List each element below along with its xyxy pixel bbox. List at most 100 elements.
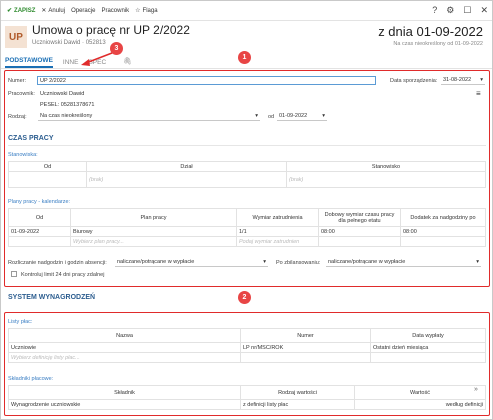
plans-label: Plany pracy - kalendarze:	[8, 199, 71, 205]
toolbar: ✔ ZAPISZ ✕ Anuluj Operacje Pracownik ☆ F…	[1, 1, 492, 21]
table-cell[interactable]	[8, 171, 87, 188]
remote-limit-label: Kontroluj limit 24 dni pracy zdalnej	[21, 272, 105, 278]
column-header: Nazwa	[8, 328, 241, 343]
contract-date: z dnia 01-09-2022	[378, 24, 483, 39]
column-header: Dobowy wymiar czasu pracy dla pełnego et…	[318, 208, 401, 227]
window-controls: ? ⚙ ☐ ✕	[432, 5, 488, 16]
chevron-down-icon: ▾	[255, 113, 258, 119]
pesel-value: PESEL: 05281378671	[40, 102, 95, 108]
column-header: Data wypłaty	[370, 328, 486, 343]
section-divider	[8, 145, 486, 146]
table-cell[interactable]: Biurowy	[70, 226, 237, 237]
close-x-icon: ✕	[41, 8, 47, 14]
employee-value[interactable]: Uczniowski Dawid	[40, 91, 84, 97]
table-cell[interactable]: Wybierz plan pracy...	[70, 236, 237, 247]
balanced-select[interactable]: naliczane/potrącane w wypłacie ▾	[326, 258, 481, 267]
table-cell[interactable]: LP nr/MSC/ROK	[240, 342, 371, 353]
close-icon[interactable]: ✕	[480, 5, 488, 16]
table-cell[interactable]: Ostatni dzień miesiąca	[370, 342, 486, 353]
table-row: (brak) (brak)	[8, 171, 486, 188]
type-label: Rodzaj:	[8, 114, 27, 120]
table-header-row: Od Plan pracy Wymiar zatrudnienia Dobowy…	[8, 208, 486, 227]
table-cell[interactable]: (brak)	[86, 171, 287, 188]
operations-menu[interactable]: Operacje	[71, 8, 95, 14]
table-cell[interactable]	[370, 352, 486, 363]
chevron-down-icon: ▾	[480, 77, 483, 83]
table-cell[interactable]: 08:00	[400, 226, 486, 237]
tab-inne[interactable]: INNE	[63, 59, 79, 66]
cancel-button[interactable]: ✕ Anuluj	[41, 7, 65, 15]
table-cell[interactable]	[240, 352, 371, 363]
chevron-down-icon: ▾	[322, 113, 325, 119]
star-icon: ☆	[135, 8, 141, 14]
employee-label: Pracownik:	[8, 91, 35, 97]
overtime-select[interactable]: naliczane/potrącane w wypłacie ▾	[115, 258, 268, 267]
contract-period: Na czas nieokreślony od 01-09-2022	[393, 41, 483, 47]
table-header-row: Składnik Rodzaj wartości Wartość	[8, 385, 486, 400]
table-header-row: Nazwa Numer Data wypłaty	[8, 328, 486, 343]
table-row[interactable]: Uczniowie LP nr/MSC/ROK Ostatni dzień mi…	[8, 342, 486, 353]
from-date-select[interactable]: 01-09-2022 ▾	[277, 112, 327, 121]
overtime-label: Rozliczanie nadgodzin i godzin absencji:	[8, 260, 107, 266]
number-label: Numer:	[8, 78, 27, 84]
date-input[interactable]: 31-08-2022 ▾	[441, 76, 485, 85]
remote-limit-checkbox[interactable]	[11, 271, 17, 277]
tab-podstawowe[interactable]: PODSTAWOWE	[5, 57, 53, 68]
table-cell[interactable]: Podaj wymiar zatrudnien	[236, 236, 319, 247]
annotation-arrow	[81, 52, 113, 66]
date-label: Data sporządzenia:	[390, 78, 438, 84]
attachment-icon[interactable]: 🖇	[123, 57, 132, 65]
maximize-icon[interactable]: ☐	[463, 5, 471, 16]
column-header: Wartość	[354, 385, 486, 400]
scroll-right-icon[interactable]: »	[474, 386, 478, 393]
column-header: Rodzaj wartości	[240, 385, 355, 400]
table-cell[interactable]: Uczniowie	[8, 342, 241, 353]
employee-menu[interactable]: Pracownik	[101, 8, 129, 14]
employee-subtitle: Uczniowski Dawid · 052813	[32, 40, 106, 46]
number-input[interactable]: UP 2/2022	[37, 76, 376, 85]
salary-components-label: Składniki płacowe:	[8, 376, 54, 382]
flag-button[interactable]: ☆ Flaga	[135, 7, 157, 15]
table-cell[interactable]: z definicji listy płac	[240, 399, 355, 410]
table-cell[interactable]: 01-09-2022	[8, 226, 71, 237]
table-cell[interactable]	[400, 236, 486, 247]
gear-icon[interactable]: ⚙	[446, 5, 454, 16]
menu-icon[interactable]: ≡	[476, 89, 481, 98]
contract-window: ✔ ZAPISZ ✕ Anuluj Operacje Pracownik ☆ F…	[0, 0, 493, 420]
table-header-row: Od Dział Stanowisko	[8, 161, 486, 172]
annotation-marker-1: 1	[238, 51, 251, 64]
chevron-down-icon: ▾	[263, 259, 266, 265]
balanced-label: Po zbilansowaniu:	[276, 260, 321, 266]
page-title: Umowa o pracę nr UP 2/2022	[32, 23, 190, 37]
column-header: Dodatek za nadgodziny po	[400, 208, 486, 227]
table-cell[interactable]: Wybierz definicję listy płac...	[8, 352, 241, 363]
save-button[interactable]: ✔ ZAPISZ	[7, 7, 35, 15]
positions-table: Od Dział Stanowisko (brak) (brak)	[8, 161, 486, 188]
work-time-title: CZAS PRACY	[8, 135, 54, 142]
table-cell[interactable]: Wynagrodzenie uczniowskie	[8, 399, 241, 410]
help-icon[interactable]: ?	[432, 5, 437, 16]
salary-components-table: Składnik Rodzaj wartości Wartość Wynagro…	[8, 385, 486, 410]
positions-label: Stanowiska:	[8, 152, 38, 158]
table-cell[interactable]	[8, 236, 71, 247]
table-cell[interactable]: według definicji	[354, 399, 486, 410]
document-type-badge: UP	[5, 26, 27, 48]
table-row[interactable]: 01-09-2022 Biurowy 1/1 08:00 08:00	[8, 226, 486, 237]
table-row[interactable]: Wybierz plan pracy... Podaj wymiar zatru…	[8, 236, 486, 247]
table-cell[interactable]: 08:00	[318, 226, 401, 237]
check-icon: ✔	[7, 8, 13, 14]
column-header: Numer	[240, 328, 371, 343]
table-cell[interactable]: (brak)	[286, 171, 486, 188]
type-select[interactable]: Na czas nieokreślony ▾	[38, 112, 260, 121]
column-header: Dział	[86, 161, 287, 172]
tabs-divider	[1, 68, 492, 69]
table-cell[interactable]: 1/1	[236, 226, 319, 237]
table-cell[interactable]	[318, 236, 401, 247]
table-row[interactable]: Wynagrodzenie uczniowskie z definicji li…	[8, 399, 486, 410]
salary-system-title: SYSTEM WYNAGRODZEŃ	[8, 294, 96, 301]
table-row[interactable]: Wybierz definicję listy płac...	[8, 352, 486, 363]
payroll-lists-label: Listy płac:	[8, 319, 33, 325]
chevron-down-icon: ▾	[476, 259, 479, 265]
column-header: Stanowisko	[286, 161, 486, 172]
payroll-lists-table: Nazwa Numer Data wypłaty Uczniowie LP nr…	[8, 328, 486, 363]
